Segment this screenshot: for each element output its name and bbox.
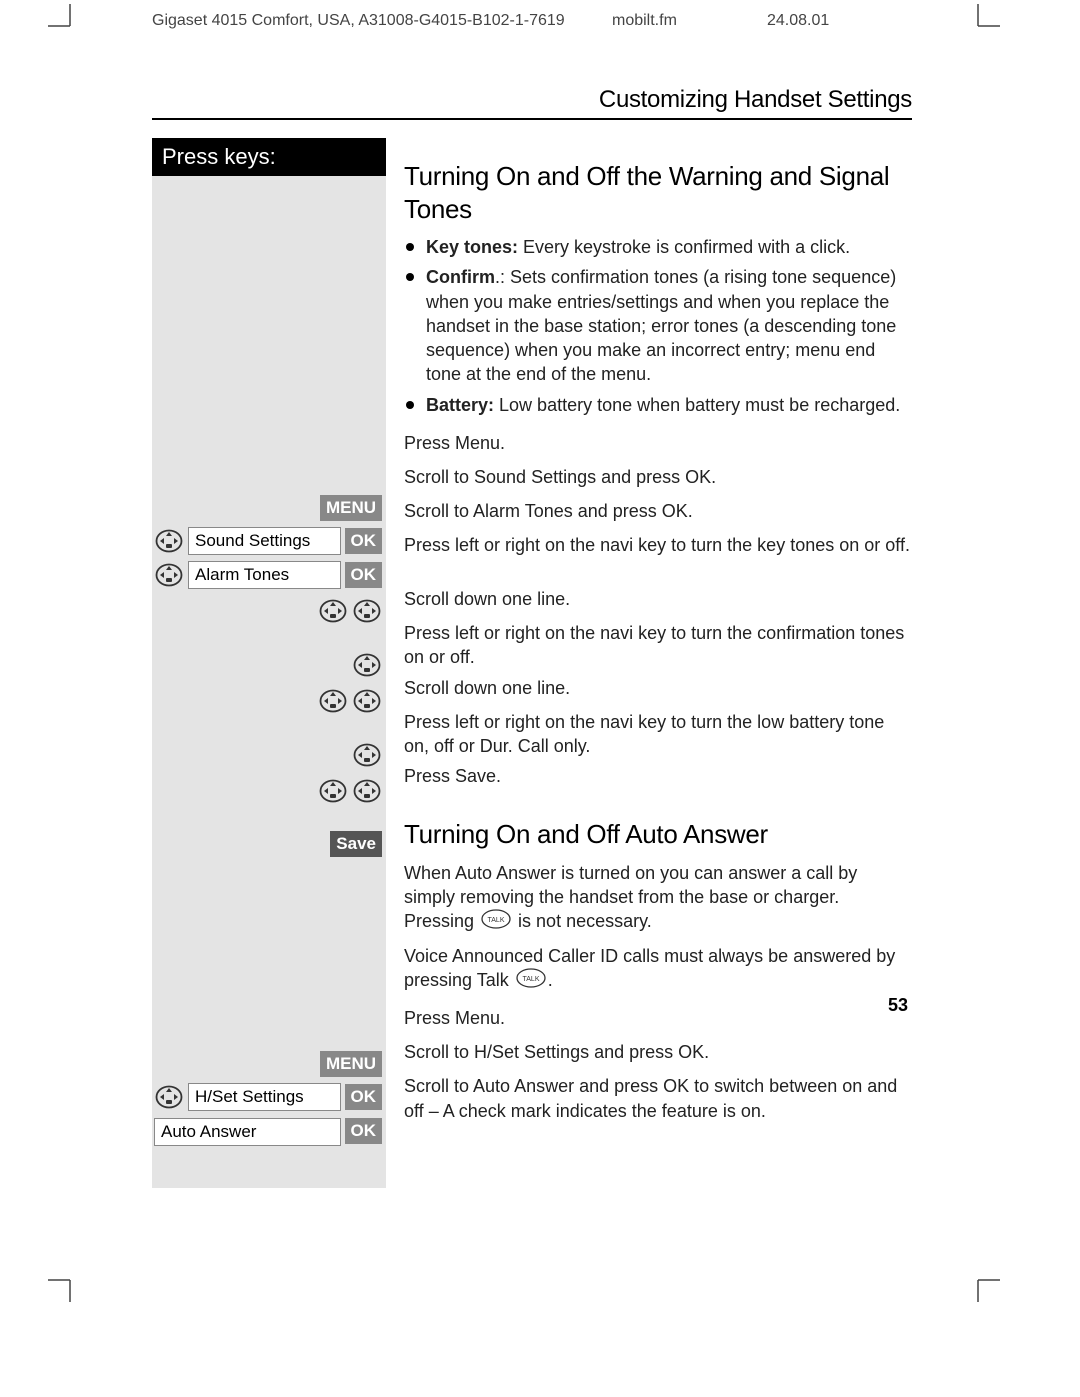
s1-left-row-6 bbox=[152, 738, 386, 772]
softkey-ok: OK bbox=[345, 1084, 383, 1110]
bullet-item: Key tones: Every keystroke is confirmed … bbox=[404, 235, 912, 259]
menu-field: Alarm Tones bbox=[188, 561, 341, 589]
s1-left-row-2: Alarm TonesOK bbox=[152, 558, 386, 592]
step-text: Press left or right on the navi key to t… bbox=[404, 617, 912, 670]
bullet-item: Battery: Low battery tone when battery m… bbox=[404, 393, 912, 417]
softkey-save: Save bbox=[330, 831, 382, 857]
navkey-icon bbox=[352, 740, 382, 770]
section-title-wrap: Customizing Handset Settings bbox=[152, 86, 912, 120]
navkey-icon bbox=[352, 650, 382, 680]
section-heading-tones: Turning On and Off the Warning and Signa… bbox=[404, 160, 912, 225]
crop-mark-bl bbox=[48, 1272, 78, 1302]
page-number: 53 bbox=[888, 995, 908, 1016]
step-text: Press left or right on the navi key to t… bbox=[404, 706, 912, 759]
left-spacer bbox=[152, 860, 386, 1048]
header-date: 24.08.01 bbox=[767, 12, 829, 30]
svg-text:TALK: TALK bbox=[488, 917, 505, 924]
bullet-list-tones: Key tones: Every keystroke is confirmed … bbox=[404, 235, 912, 417]
talk-icon: TALK bbox=[481, 909, 511, 935]
step-text: Scroll to Sound Settings and press OK. bbox=[404, 461, 912, 493]
navkey-icon bbox=[154, 526, 184, 556]
step-text: Scroll to H/Set Settings and press OK. bbox=[404, 1036, 912, 1068]
bullet-bold: Battery: bbox=[426, 395, 494, 415]
paragraph: Voice Announced Caller ID calls must alw… bbox=[404, 944, 912, 995]
bullet-bold: Key tones: bbox=[426, 237, 518, 257]
section-heading-autoanswer: Turning On and Off Auto Answer bbox=[404, 818, 912, 851]
navkey-left-icon bbox=[318, 686, 348, 716]
step-text: Press left or right on the navi key to t… bbox=[404, 529, 912, 581]
navkey-right-icon bbox=[352, 596, 382, 626]
softkey-menu: MENU bbox=[320, 1051, 382, 1077]
columns: Press keys: MENUSound SettingsOKAlarm To… bbox=[152, 138, 912, 1188]
menu-field: H/Set Settings bbox=[188, 1083, 341, 1111]
header-file: mobilt.fm bbox=[612, 12, 767, 30]
s1-left-row-0: MENU bbox=[152, 492, 386, 524]
menu-field: Sound Settings bbox=[188, 527, 341, 555]
crop-mark-br bbox=[970, 1272, 1000, 1302]
navkey-icon bbox=[154, 560, 184, 590]
s1-left-row-1: Sound SettingsOK bbox=[152, 524, 386, 558]
header-line: Gigaset 4015 Comfort, USA, A31008-G4015-… bbox=[84, 0, 980, 38]
svg-text:TALK: TALK bbox=[522, 976, 539, 983]
step-text: Press Save. bbox=[404, 760, 912, 792]
navkey-right-icon bbox=[352, 686, 382, 716]
crop-mark-tl bbox=[48, 4, 78, 34]
navkey-left-icon bbox=[318, 596, 348, 626]
navkey-right-icon bbox=[352, 776, 382, 806]
step-text: Scroll to Auto Answer and press OK to sw… bbox=[404, 1070, 912, 1123]
softkey-ok: OK bbox=[345, 562, 383, 588]
step-text: Scroll down one line. bbox=[404, 672, 912, 704]
s1-left-row-5 bbox=[152, 682, 386, 738]
s1-left-row-4 bbox=[152, 648, 386, 682]
softkey-menu: MENU bbox=[320, 495, 382, 521]
s2-left-row-0: MENU bbox=[152, 1048, 386, 1080]
page: Gigaset 4015 Comfort, USA, A31008-G4015-… bbox=[84, 0, 980, 1188]
s1-left-row-8: Save bbox=[152, 828, 386, 860]
right-column: Turning On and Off the Warning and Signa… bbox=[386, 138, 912, 1188]
s2-left-row-1: H/Set SettingsOK bbox=[152, 1080, 386, 1114]
section-title: Customizing Handset Settings bbox=[599, 86, 912, 113]
left-column: Press keys: MENUSound SettingsOKAlarm To… bbox=[152, 138, 386, 1188]
s1-left-row-3 bbox=[152, 592, 386, 648]
softkey-ok: OK bbox=[345, 528, 383, 554]
header-product: Gigaset 4015 Comfort, USA, A31008-G4015-… bbox=[152, 12, 612, 30]
press-keys-bar: Press keys: bbox=[152, 138, 386, 176]
left-spacer bbox=[152, 176, 386, 492]
navkey-icon bbox=[154, 1082, 184, 1112]
step-text: Press Menu. bbox=[404, 1002, 912, 1034]
bullet-item: Confirm.: Sets confirmation tones (a ris… bbox=[404, 265, 912, 386]
s1-left-row-7 bbox=[152, 772, 386, 828]
softkey-ok: OK bbox=[345, 1118, 383, 1144]
navkey-left-icon bbox=[318, 776, 348, 806]
paragraph: When Auto Answer is turned on you can an… bbox=[404, 861, 912, 936]
step-text: Scroll to Alarm Tones and press OK. bbox=[404, 495, 912, 527]
step-text: Press Menu. bbox=[404, 427, 912, 459]
s2-left-row-2: Auto AnswerOK bbox=[152, 1114, 386, 1170]
menu-field: Auto Answer bbox=[154, 1118, 341, 1146]
talk-icon: TALK bbox=[516, 968, 546, 994]
bullet-bold: Confirm bbox=[426, 267, 495, 287]
step-text: Scroll down one line. bbox=[404, 583, 912, 615]
